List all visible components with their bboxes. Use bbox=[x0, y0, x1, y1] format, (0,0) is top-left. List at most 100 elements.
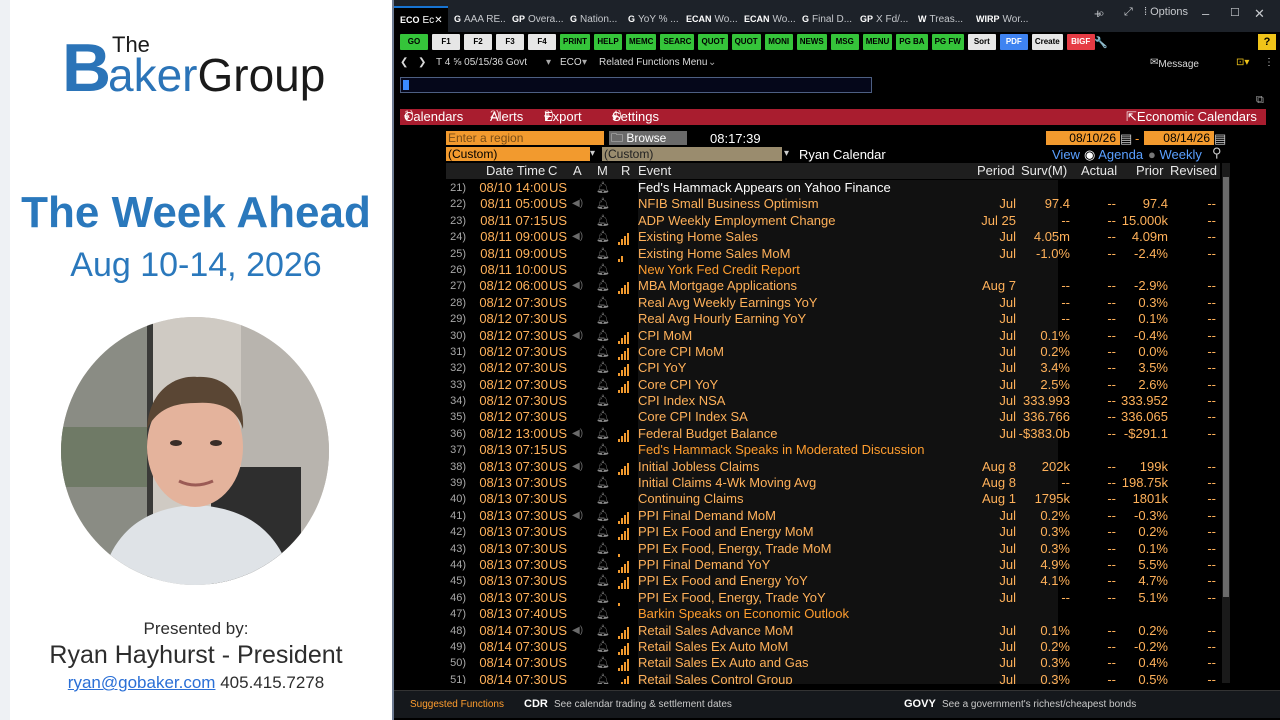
col-prior[interactable]: Prior bbox=[1136, 163, 1163, 178]
table-row[interactable]: 21) 08/10 14:00 US Fed's Hammack Appears on… bbox=[446, 180, 1220, 196]
bell-icon[interactable]: 🔔︎ bbox=[596, 573, 610, 589]
function-selector[interactable]: ECO bbox=[560, 57, 582, 68]
bell-icon[interactable]: 🔔︎ bbox=[596, 557, 610, 573]
end-date-input[interactable]: 08/14/26 bbox=[1144, 131, 1214, 145]
tab-6[interactable]: ECAN Wo... bbox=[738, 6, 796, 32]
table-row[interactable]: 51) 08/14 07:30 US Retail Sales Control Gro… bbox=[446, 672, 1220, 684]
custom-select-2[interactable]: (Custom) bbox=[602, 147, 782, 161]
table-row[interactable]: 39) 08/13 07:30 US Initial Claims 4-Wk Movi… bbox=[446, 475, 1220, 491]
table-row[interactable]: 31) 08/12 07:30 US Core CPI MoM Jul 0.2% -- 0.0… bbox=[446, 344, 1220, 360]
start-date-input[interactable]: 08/10/26 bbox=[1046, 131, 1120, 145]
message-button[interactable]: ✉ Message bbox=[1150, 57, 1199, 70]
custom-select-1[interactable]: (Custom) bbox=[446, 147, 590, 161]
bell-icon[interactable]: 🔔︎ bbox=[596, 491, 610, 507]
table-row[interactable]: 44) 08/13 07:30 US PPI Final Demand YoY Jul 4… bbox=[446, 557, 1220, 573]
bell-icon[interactable]: 🔔︎ bbox=[596, 672, 610, 684]
tab-3[interactable]: G Nation... bbox=[564, 6, 622, 32]
table-row[interactable]: 42) 08/13 07:30 US PPI Ex Food and Energy M… bbox=[446, 524, 1220, 541]
function-key-11[interactable]: MONI bbox=[764, 34, 793, 50]
table-row[interactable]: 37) 08/13 07:15 US Fed's Hammack Speaks in … bbox=[446, 442, 1220, 458]
bell-icon[interactable]: 🔔︎ bbox=[596, 426, 610, 442]
more-options-icon[interactable]: ⋮ bbox=[1264, 57, 1274, 68]
table-scrollbar[interactable] bbox=[1222, 163, 1230, 683]
bell-icon[interactable]: 🔔︎ bbox=[596, 262, 610, 278]
weekly-radio[interactable]: ● Weekly bbox=[1148, 147, 1202, 162]
table-row[interactable]: 24) 08/11 09:00 US Existing Home Sales Jul 4.… bbox=[446, 229, 1220, 246]
minimize-icon[interactable]: – bbox=[1202, 6, 1209, 21]
function-key-3[interactable]: F3 bbox=[496, 34, 524, 50]
function-key-17[interactable]: Sort bbox=[967, 34, 996, 50]
bell-icon[interactable]: 🔔︎ bbox=[596, 409, 610, 425]
col-datetime[interactable]: Date Time bbox=[486, 163, 545, 178]
bell-icon[interactable]: 🔔︎ bbox=[596, 213, 610, 229]
bell-icon[interactable]: 🔔︎ bbox=[596, 623, 610, 639]
speaker-icon[interactable]: ◀) bbox=[572, 459, 584, 475]
col-revised[interactable]: Revised bbox=[1170, 163, 1217, 178]
function-key-15[interactable]: PG BA bbox=[896, 34, 928, 50]
back-arrow-icon[interactable]: ❮ bbox=[400, 57, 408, 68]
search-settings-icon[interactable]: ⚲ bbox=[1212, 145, 1222, 161]
bell-icon[interactable]: 🔔︎ bbox=[596, 639, 610, 655]
table-row[interactable]: 45) 08/13 07:30 US PPI Ex Food and Energy Y… bbox=[446, 573, 1220, 590]
table-row[interactable]: 35) 08/12 07:30 US Core CPI Index SA Jul 336.… bbox=[446, 409, 1220, 425]
table-row[interactable]: 48) 08/14 07:30 US Retail Sales Advance MoM… bbox=[446, 623, 1220, 639]
col-country[interactable]: C bbox=[548, 163, 557, 178]
table-row[interactable]: 32) 08/12 07:30 US CPI YoY Jul 3.4% -- 3.5% -- 🔔︎ bbox=[446, 360, 1220, 377]
bell-icon[interactable]: 🔔︎ bbox=[596, 377, 610, 393]
tab-4[interactable]: G YoY % ... bbox=[622, 6, 680, 32]
table-row[interactable]: 40) 08/13 07:30 US Continuing Claims Aug 1 17… bbox=[446, 491, 1220, 507]
function-key-13[interactable]: MSG bbox=[830, 34, 859, 50]
bell-icon[interactable]: 🔔︎ bbox=[596, 328, 610, 344]
bell-icon[interactable]: 🔔︎ bbox=[596, 475, 610, 491]
function-key-2[interactable]: F2 bbox=[464, 34, 492, 50]
table-row[interactable]: 25) 08/11 09:00 US Existing Home Sales MoM J… bbox=[446, 246, 1220, 262]
function-key-20[interactable]: BIGF bbox=[1066, 34, 1095, 50]
menu-settings[interactable]: 4) Settings ▾ bbox=[612, 109, 659, 124]
col-event[interactable]: Event bbox=[638, 163, 671, 178]
function-key-1[interactable]: F1 bbox=[432, 34, 460, 50]
table-row[interactable]: 41) 08/13 07:30 US PPI Final Demand MoM Jul 0… bbox=[446, 508, 1220, 524]
bell-icon[interactable]: 🔔︎ bbox=[596, 246, 610, 262]
table-row[interactable]: 36) 08/12 13:00 US Federal Budget Balance Ju… bbox=[446, 426, 1220, 442]
tab-2[interactable]: GP Overa... bbox=[506, 6, 564, 32]
govy-description[interactable]: See a government's richest/cheapest bond… bbox=[942, 699, 1136, 710]
function-key-14[interactable]: MENU bbox=[862, 34, 893, 50]
col-monitor[interactable]: M bbox=[597, 163, 608, 178]
tab-0[interactable]: ECO Ec ✕ bbox=[394, 6, 448, 32]
tab-10[interactable]: WIRP Wor... bbox=[970, 6, 1028, 32]
help-icon[interactable]: ? bbox=[1258, 34, 1276, 50]
table-row[interactable]: 50) 08/14 07:30 US Retail Sales Ex Auto and… bbox=[446, 655, 1220, 672]
bell-icon[interactable]: 🔔︎ bbox=[596, 655, 610, 671]
table-row[interactable]: 23) 08/11 07:15 US ADP Weekly Employment Ch… bbox=[446, 213, 1220, 229]
bell-icon[interactable]: 🔔︎ bbox=[596, 360, 610, 376]
related-functions-menu[interactable]: Related Functions Menu bbox=[599, 57, 707, 68]
cdr-description[interactable]: See calendar trading & settlement dates bbox=[554, 699, 732, 710]
tab-9[interactable]: W Treas... bbox=[912, 6, 970, 32]
agenda-radio[interactable]: ◉ Agenda bbox=[1084, 147, 1143, 163]
speaker-icon[interactable]: ◀) bbox=[572, 623, 584, 639]
col-alert[interactable]: A bbox=[573, 163, 582, 178]
region-input[interactable]: Enter a region bbox=[446, 131, 604, 145]
function-dropdown-icon[interactable]: ▾ bbox=[582, 57, 587, 68]
table-row[interactable]: 34) 08/12 07:30 US CPI Index NSA Jul 333.993-… bbox=[446, 393, 1220, 409]
table-row[interactable]: 43) 08/13 07:30 US PPI Ex Food, Energy, Tra… bbox=[446, 541, 1220, 557]
table-row[interactable]: 29) 08/12 07:30 US Real Avg Hourly Earning … bbox=[446, 311, 1220, 327]
cdr-function[interactable]: CDR bbox=[524, 698, 548, 710]
forward-arrow-icon[interactable]: ❯ bbox=[418, 57, 426, 68]
function-key-18[interactable]: PDF bbox=[999, 34, 1028, 50]
function-key-4[interactable]: F4 bbox=[528, 34, 556, 50]
col-period[interactable]: Period bbox=[977, 163, 1015, 178]
table-row[interactable]: 47) 08/13 07:40 US Barkin Speaks on Economi… bbox=[446, 606, 1220, 622]
start-calendar-icon[interactable]: ▤ bbox=[1120, 131, 1132, 147]
table-row[interactable]: 33) 08/12 07:30 US Core CPI YoY Jul 2.5% -- 2.6… bbox=[446, 377, 1220, 393]
tab-7[interactable]: G Final D... bbox=[796, 6, 854, 32]
function-key-7[interactable]: MEMC bbox=[626, 34, 657, 50]
table-row[interactable]: 30) 08/12 07:30 US CPI MoM Jul 0.1% -- -0.4% -- ◀… bbox=[446, 328, 1220, 344]
function-key-9[interactable]: QUOT bbox=[698, 34, 728, 50]
table-row[interactable]: 49) 08/14 07:30 US Retail Sales Ex Auto MoM… bbox=[446, 639, 1220, 655]
function-key-8[interactable]: SEARC bbox=[660, 34, 695, 50]
table-row[interactable]: 22) 08/11 05:00 US NFIB Small Business Opti… bbox=[446, 196, 1220, 212]
function-key-0[interactable]: GO bbox=[400, 34, 428, 50]
table-row[interactable]: 46) 08/13 07:30 US PPI Ex Food, Energy, Tra… bbox=[446, 590, 1220, 606]
options-menu[interactable]: ⁞ Options bbox=[1144, 6, 1188, 18]
